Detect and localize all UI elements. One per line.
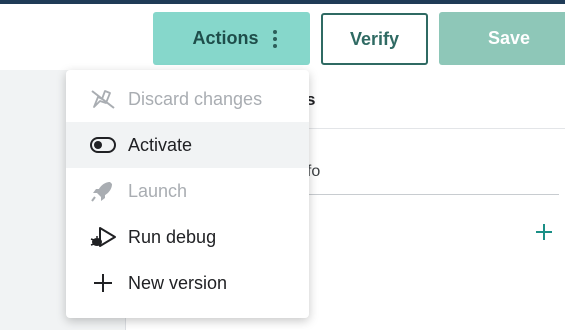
discard-icon: [88, 87, 118, 111]
menu-item-label: New version: [128, 272, 228, 293]
actions-button-label: Actions: [192, 28, 259, 48]
plus-icon: [88, 271, 118, 295]
add-button[interactable]: [534, 220, 554, 246]
rocket-icon: [88, 179, 118, 203]
menu-item-launch: Launch: [66, 168, 309, 214]
menu-item-run-debug[interactable]: Run debug: [66, 214, 309, 260]
menu-item-label: Launch: [128, 180, 188, 201]
save-button[interactable]: Save: [439, 12, 565, 65]
window-top-edge: [0, 0, 565, 4]
menu-item-new-version[interactable]: New version: [66, 260, 309, 306]
actions-dropdown-menu: Discard changes Activate Launch Run debu…: [66, 70, 309, 318]
more-vertical-icon: [272, 29, 277, 48]
verify-button[interactable]: Verify: [321, 13, 428, 65]
debug-icon: [88, 225, 118, 249]
save-button-label: Save: [487, 28, 531, 48]
menu-item-label: Discard changes: [128, 88, 263, 109]
menu-item-discard-changes: Discard changes: [66, 76, 309, 122]
plus-icon: [536, 224, 552, 240]
actions-button[interactable]: Actions: [153, 12, 310, 65]
verify-button-label: Verify: [349, 28, 400, 49]
menu-item-activate[interactable]: Activate: [66, 122, 309, 168]
menu-item-label: Activate: [128, 134, 193, 155]
menu-item-label: Run debug: [128, 226, 217, 247]
toggle-icon: [88, 133, 118, 157]
